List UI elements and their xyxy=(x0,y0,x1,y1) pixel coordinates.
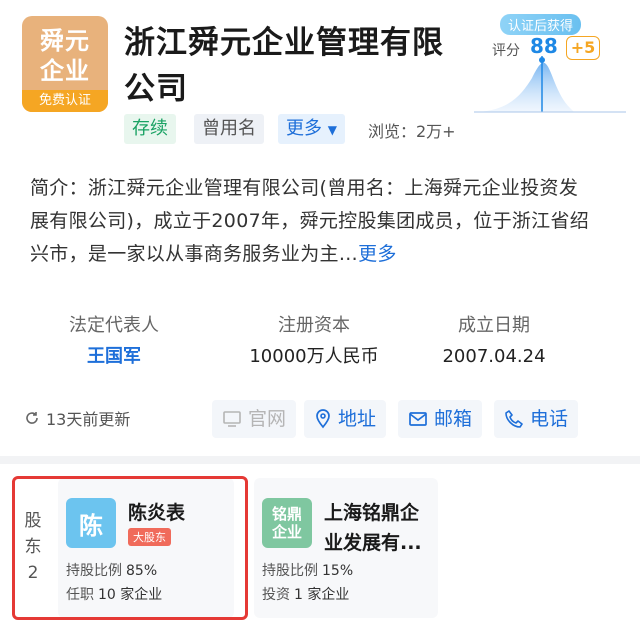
stat-value: 10000万人民币 xyxy=(249,346,379,367)
monitor-icon xyxy=(223,411,241,427)
section-divider xyxy=(0,456,640,464)
company-logo: 舜元 企业 免费认证 xyxy=(22,16,108,112)
location-pin-icon xyxy=(316,409,330,429)
view-count: 浏览：2万+ xyxy=(368,122,456,141)
mail-icon xyxy=(409,412,427,426)
shareholder-name: 上海铭鼎企业发展有... xyxy=(324,502,422,554)
stat-registered-capital: 注册资本 10000万人民币 xyxy=(224,314,404,374)
score-badge: 认证后获得 xyxy=(500,14,582,35)
address-label: 地址 xyxy=(338,408,377,430)
highlight-box xyxy=(12,476,248,620)
shareholder-card[interactable]: 铭鼎 企业 上海铭鼎企业发展有... 持股比例 15% 投资 1 家企业 xyxy=(254,478,438,618)
free-certify-badge[interactable]: 免费认证 xyxy=(22,90,108,112)
phone-label: 电话 xyxy=(530,408,569,430)
more-tags-button[interactable]: 更多 ▼ xyxy=(278,114,345,144)
ratio-value: 15% xyxy=(322,563,354,579)
website-button[interactable]: 官网 xyxy=(212,400,297,438)
address-button[interactable]: 地址 xyxy=(304,400,387,438)
former-name-tag[interactable]: 曾用名 xyxy=(194,114,264,144)
more-tags-label: 更多 xyxy=(286,118,322,139)
logo-text: 舜元 企业 xyxy=(40,27,90,85)
score-widget[interactable]: 认证后获得 评分 88 +5 xyxy=(470,10,630,114)
status-tag: 存续 xyxy=(124,114,176,144)
caret-down-icon: ▼ xyxy=(327,123,337,137)
ratio-label: 持股比例 xyxy=(262,563,318,579)
stat-label: 成立日期 xyxy=(458,315,530,336)
investments-count: 投资 1 家企业 xyxy=(262,584,349,604)
stat-label: 法定代表人 xyxy=(69,315,159,336)
refresh-icon xyxy=(26,412,38,424)
phone-icon xyxy=(505,410,523,428)
email-label: 邮箱 xyxy=(434,408,473,430)
update-status[interactable]: 13天前更新 xyxy=(24,406,130,430)
phone-button[interactable]: 电话 xyxy=(494,400,579,438)
extra-label: 投资 xyxy=(262,587,290,603)
intro-text: 简介：浙江舜元企业管理有限公司(曾用名：上海舜元企业投资发展有限公司)，成立于2… xyxy=(30,177,590,265)
email-button[interactable]: 邮箱 xyxy=(398,400,483,438)
holding-ratio: 持股比例 15% xyxy=(262,560,353,580)
stat-legal-rep: 法定代表人 王国军 xyxy=(24,314,204,374)
updated-text: 13天前更新 xyxy=(46,410,131,429)
company-intro: 简介：浙江舜元企业管理有限公司(曾用名：上海舜元企业投资发展有限公司)，成立于2… xyxy=(30,172,590,276)
stat-founded-date: 成立日期 2007.04.24 xyxy=(404,314,584,374)
extra-value: 1 家企业 xyxy=(294,587,350,603)
legal-rep-link[interactable]: 王国军 xyxy=(24,340,204,374)
score-curve-icon xyxy=(474,56,626,113)
stat-value: 2007.04.24 xyxy=(442,346,546,367)
intro-more-link[interactable]: 更多 xyxy=(358,243,397,265)
website-label: 官网 xyxy=(248,408,287,430)
avatar: 铭鼎 企业 xyxy=(262,498,312,548)
stat-label: 注册资本 xyxy=(278,315,350,336)
company-name: 浙江舜元企业管理有限公司 xyxy=(124,25,444,107)
